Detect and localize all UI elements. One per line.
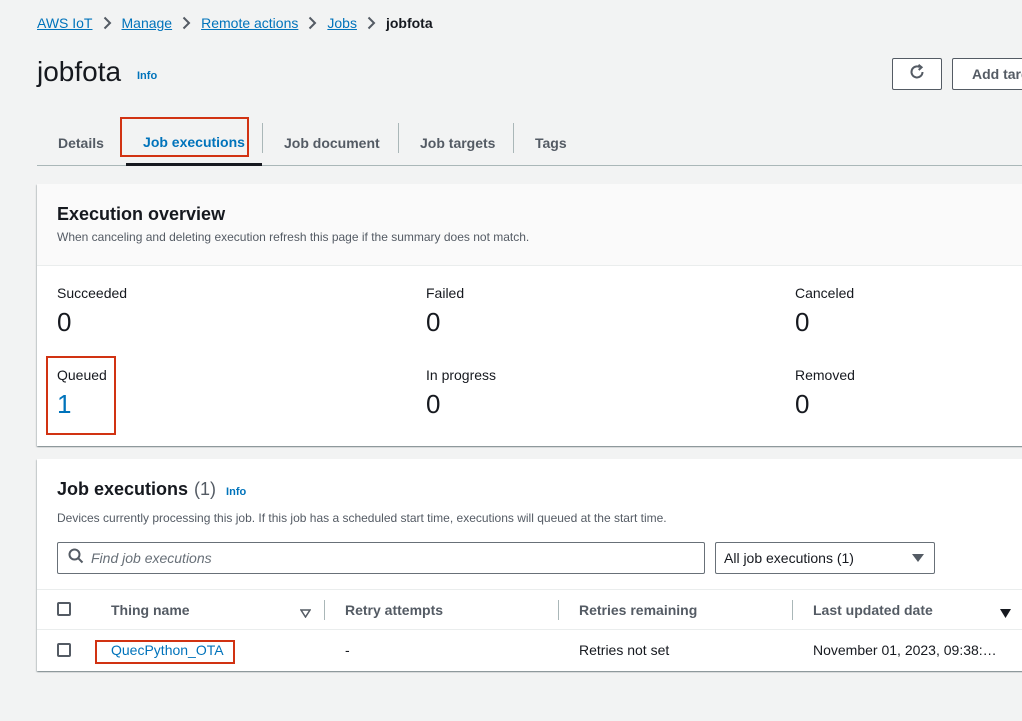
info-link[interactable]: Info [137, 70, 157, 82]
chevron-right-icon [103, 16, 112, 30]
stat-label-queued: Queued [57, 367, 107, 383]
executions-info-link[interactable]: Info [226, 486, 246, 498]
thing-name-link[interactable]: QuecPython_OTA [111, 630, 224, 670]
retries-remaining-cell: Retries not set [579, 642, 670, 658]
execution-overview-panel: Execution overview When canceling and de… [37, 184, 1022, 446]
filter-value: All job executions (1) [724, 550, 854, 566]
tab-divider [513, 123, 514, 153]
tab-divider [398, 123, 399, 153]
tab-tags[interactable]: Tags [535, 120, 567, 166]
stat-label-canceled: Canceled [795, 285, 855, 301]
column-retries-remaining[interactable]: Retries remaining [579, 590, 697, 629]
refresh-icon [908, 63, 926, 86]
tab-job-targets[interactable]: Job targets [420, 120, 495, 166]
stat-label-in-progress: In progress [426, 367, 497, 383]
column-divider [558, 600, 559, 620]
breadcrumb-remote-actions[interactable]: Remote actions [201, 15, 298, 31]
stat-value-in-progress: 0 [426, 389, 441, 419]
stat-value-canceled: 0 [795, 307, 810, 337]
tab-job-executions[interactable]: Job executions [126, 120, 262, 166]
column-retry-attempts[interactable]: Retry attempts [345, 590, 443, 629]
stat-value-succeeded: 0 [57, 307, 72, 337]
last-updated-cell: November 01, 2023, 09:38:… [813, 642, 997, 658]
chevron-right-icon [182, 16, 191, 30]
stat-value-removed: 0 [795, 389, 810, 419]
column-divider [792, 600, 793, 620]
retry-attempts-cell: - [345, 642, 350, 658]
executions-filter-select[interactable]: All job executions (1) [715, 542, 935, 574]
job-executions-panel: Job executions (1) Info Devices currentl… [37, 459, 1022, 671]
tab-bar: Details Job executions Job document Job … [37, 120, 1022, 166]
breadcrumb: AWS IoT Manage Remote actions Jobs jobfo… [37, 14, 433, 32]
executions-description: Devices currently processing this job. I… [57, 511, 667, 525]
tab-job-document[interactable]: Job document [284, 120, 380, 166]
breadcrumb-aws-iot[interactable]: AWS IoT [37, 15, 93, 31]
overview-description: When canceling and deleting execution re… [57, 230, 530, 244]
stat-value-queued[interactable]: 1 [57, 389, 71, 420]
breadcrumb-current: jobfota [385, 15, 433, 31]
executions-count: (1) [194, 479, 217, 499]
column-last-updated[interactable]: Last updated date [813, 590, 933, 629]
panel-header: Execution overview When canceling and de… [37, 184, 1022, 266]
add-target-button[interactable]: Add target [952, 58, 1022, 90]
select-all-checkbox[interactable] [57, 602, 71, 616]
page-title: jobfota [37, 56, 122, 87]
chevron-right-icon [367, 16, 376, 30]
search-input[interactable] [91, 550, 681, 566]
breadcrumb-jobs[interactable]: Jobs [327, 15, 357, 31]
search-icon [68, 548, 84, 569]
sort-desc-icon[interactable] [1000, 605, 1011, 623]
column-divider [324, 600, 325, 620]
sort-icon[interactable] [299, 605, 312, 623]
tab-details[interactable]: Details [58, 120, 104, 166]
executions-header: Job executions (1) Info [57, 479, 246, 500]
breadcrumb-manage[interactable]: Manage [122, 15, 173, 31]
stat-label-failed: Failed [426, 285, 465, 301]
search-box [57, 542, 705, 574]
executions-title: Job executions [57, 479, 189, 499]
row-checkbox[interactable] [57, 643, 71, 657]
refresh-button[interactable] [892, 58, 942, 90]
table-header: Thing name Retry attempts Retries remain… [37, 589, 1022, 630]
chevron-right-icon [308, 16, 317, 30]
overview-title: Execution overview [57, 204, 226, 224]
stat-label-removed: Removed [795, 367, 855, 383]
table-row: QuecPython_OTA - Retries not set Novembe… [37, 630, 1022, 670]
caret-down-icon [912, 554, 924, 562]
column-thing-name[interactable]: Thing name [111, 590, 190, 629]
stat-label-succeeded: Succeeded [57, 285, 128, 301]
stat-value-failed: 0 [426, 307, 441, 337]
tab-divider [262, 123, 263, 153]
